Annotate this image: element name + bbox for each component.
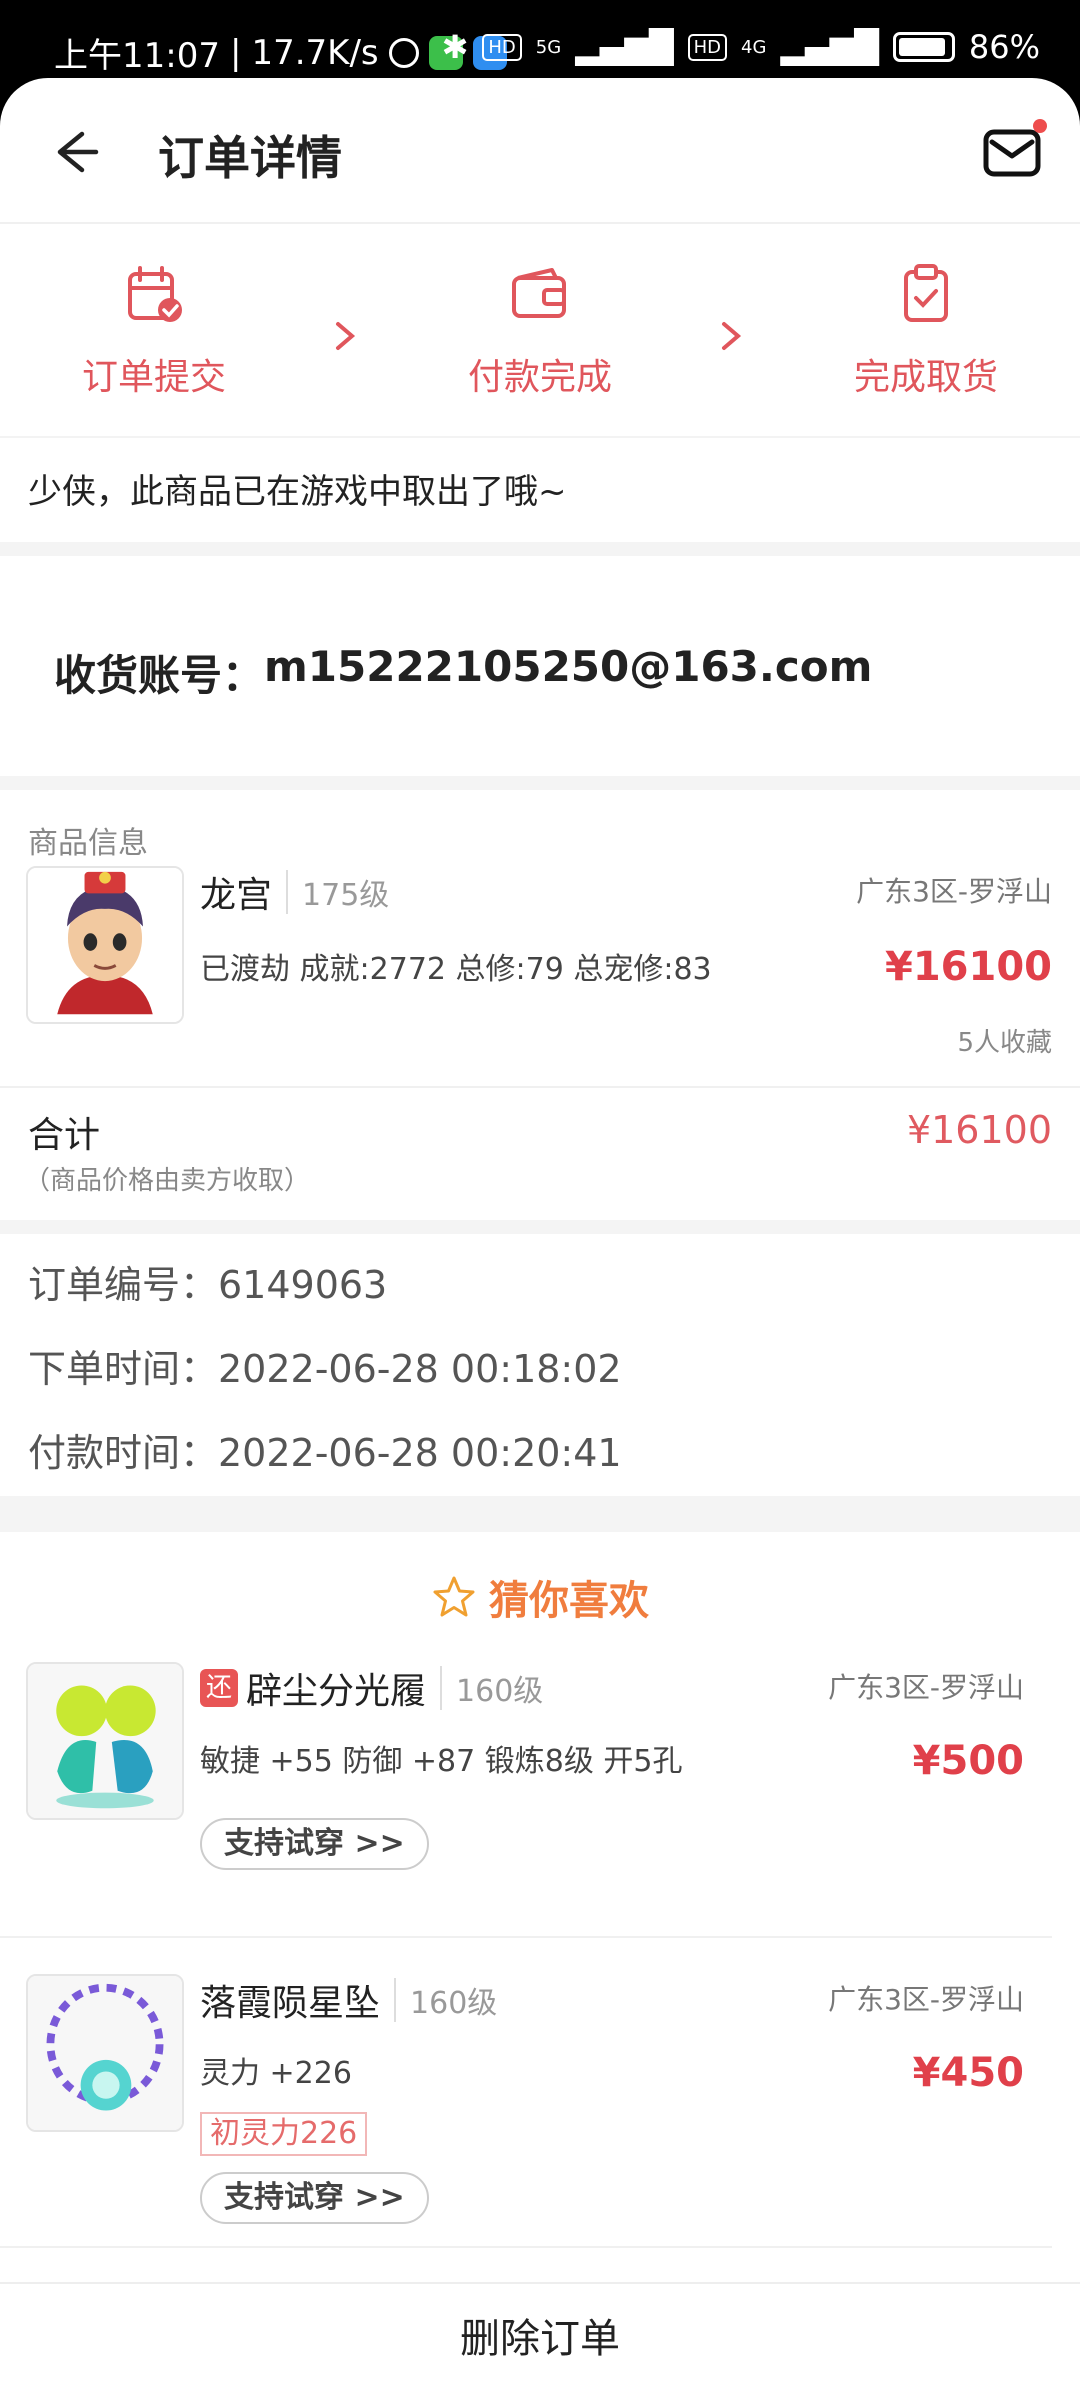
calendar-check-icon bbox=[128, 266, 182, 322]
clipboard-check-icon bbox=[904, 264, 948, 322]
hd-badge-1: HD bbox=[482, 33, 522, 61]
page-title: 订单详情 bbox=[158, 131, 342, 185]
step-pickup-done: 完成取货 bbox=[806, 262, 1046, 400]
order-info: 订单编号：6149063 下单时间：2022-06-28 00:18:02 付款… bbox=[0, 1234, 1080, 1496]
battery-percent: 86% bbox=[968, 28, 1040, 66]
receiver-label: 收货账号： bbox=[54, 651, 265, 700]
item-server: 广东3区-罗浮山 bbox=[828, 1983, 1024, 2016]
signal-bars-icon-2: ▂▄▆█ bbox=[780, 28, 879, 66]
back-arrow-icon[interactable] bbox=[42, 120, 106, 184]
signal-5g-icon: 5G bbox=[535, 36, 562, 58]
total-label: 合计 bbox=[28, 1115, 101, 1156]
hd-badge-2: HD bbox=[687, 33, 728, 61]
bottom-action-bar: 删除订单 bbox=[0, 2282, 1080, 2400]
item-level: 160级 bbox=[440, 1666, 543, 1710]
star-icon bbox=[433, 1576, 475, 1617]
step-label: 完成取货 bbox=[853, 357, 998, 398]
total-note: （商品价格由卖方收取） bbox=[24, 1166, 311, 1196]
mail-icon[interactable] bbox=[976, 116, 1056, 186]
support-try-on-tag[interactable]: 支持试穿 >> bbox=[200, 2172, 429, 2224]
total-price: ¥16100 bbox=[906, 1108, 1052, 1152]
item-name: 辟尘分光履 bbox=[246, 1671, 427, 1712]
item-server: 广东3区-罗浮山 bbox=[828, 1671, 1024, 1704]
recommend-item[interactable]: 还 辟尘分光履 160级 广东3区-罗浮山 敏捷 +55 防御 +87 锻炼8级… bbox=[0, 1662, 1052, 1938]
product-level: 175级 bbox=[286, 870, 389, 914]
ordered-product[interactable]: 龙宫 175级 广东3区-罗浮山 已渡劫 成就:2772 总修:79 总宠修:8… bbox=[0, 866, 1080, 1086]
step-order-submitted: 订单提交 bbox=[34, 262, 274, 400]
product-price: ¥16100 bbox=[885, 944, 1052, 990]
step-label: 订单提交 bbox=[81, 357, 226, 398]
item-title-row: 落霞陨星坠 160级 bbox=[200, 1974, 497, 2026]
recommend-item[interactable]: 落霞陨星坠 160级 广东3区-罗浮山 灵力 +226 ¥450 初灵力226 … bbox=[0, 1938, 1052, 2248]
item-desc: 灵力 +226 bbox=[200, 2056, 352, 2091]
product-server: 广东3区-罗浮山 bbox=[856, 875, 1052, 908]
divider bbox=[0, 542, 1080, 556]
bluetooth-icon: ✱ bbox=[441, 28, 469, 66]
pickup-notice: 少侠，此商品已在游戏中取出了哦~ bbox=[28, 472, 567, 512]
product-favorites: 5人收藏 bbox=[957, 1028, 1052, 1058]
divider bbox=[0, 1220, 1080, 1234]
product-section-label: 商品信息 bbox=[28, 826, 148, 861]
status-time: 上午11:07 bbox=[54, 36, 220, 76]
step-label: 付款完成 bbox=[467, 357, 612, 398]
signal-4g-icon: 4G bbox=[741, 36, 767, 58]
order-progress-steps: 订单提交 付款完成 完成取货 bbox=[0, 224, 1080, 438]
battery-icon bbox=[892, 32, 955, 62]
recommend-header: 猜你喜欢 bbox=[0, 1532, 1080, 1662]
divider bbox=[0, 776, 1080, 790]
product-desc: 已渡劫 成就:2772 总修:79 总宠修:83 bbox=[200, 952, 712, 987]
support-try-on-tag[interactable]: 支持试穿 >> bbox=[200, 1818, 429, 1870]
status-separator: | bbox=[229, 32, 242, 73]
chevron-right-icon bbox=[336, 322, 356, 350]
nav-bar: 订单详情 bbox=[0, 78, 1080, 224]
step-payment-done: 付款完成 bbox=[420, 262, 660, 400]
product-title-row: 龙宫 175级 bbox=[200, 866, 389, 918]
receiver-value: m15222105250@163.com bbox=[264, 642, 873, 691]
order-created-time: 下单时间：2022-06-28 00:18:02 bbox=[28, 1347, 622, 1391]
order-number: 订单编号：6149063 bbox=[28, 1263, 388, 1307]
receiver-account: 收货账号： m15222105250@163.com bbox=[0, 556, 1080, 776]
item-name: 落霞陨星坠 bbox=[200, 1983, 381, 2024]
item-desc: 敏捷 +55 防御 +87 锻炼8级 开5孔 bbox=[200, 1744, 683, 1779]
item-image-shoes bbox=[26, 1662, 184, 1820]
network-speed: 17.7K/s bbox=[251, 32, 379, 73]
recommend-title: 猜你喜欢 bbox=[489, 1578, 649, 1624]
order-paid-time: 付款时间：2022-06-28 00:20:41 bbox=[28, 1431, 622, 1475]
signal-bars-icon: ▂▄▆█ bbox=[575, 28, 674, 66]
chevron-right-icon bbox=[722, 322, 742, 350]
item-image-pendant bbox=[26, 1974, 184, 2132]
character-avatar-image bbox=[26, 866, 184, 1024]
wallet-icon bbox=[512, 268, 566, 318]
total-row: 合计 （商品价格由卖方收取） ¥16100 bbox=[0, 1086, 1080, 1220]
item-price: ¥500 bbox=[912, 1738, 1024, 1784]
product-name: 龙宫 bbox=[200, 875, 273, 916]
item-level: 160级 bbox=[394, 1978, 497, 2022]
item-price: ¥450 bbox=[912, 2050, 1024, 2096]
alarm-icon bbox=[388, 37, 419, 68]
item-title-row: 还 辟尘分光履 160级 bbox=[200, 1662, 543, 1714]
return-badge: 还 bbox=[200, 1669, 238, 1707]
order-detail-page: 订单详情 订单提交 付款完成 完成取货 少侠，此商品已在游戏中取出了哦~ 收货账… bbox=[0, 78, 1080, 2400]
attribute-tag: 初灵力226 bbox=[200, 2112, 368, 2156]
divider bbox=[0, 1496, 1080, 1532]
unread-dot bbox=[1033, 119, 1047, 133]
delete-order-button[interactable]: 删除订单 bbox=[0, 2284, 1080, 2394]
